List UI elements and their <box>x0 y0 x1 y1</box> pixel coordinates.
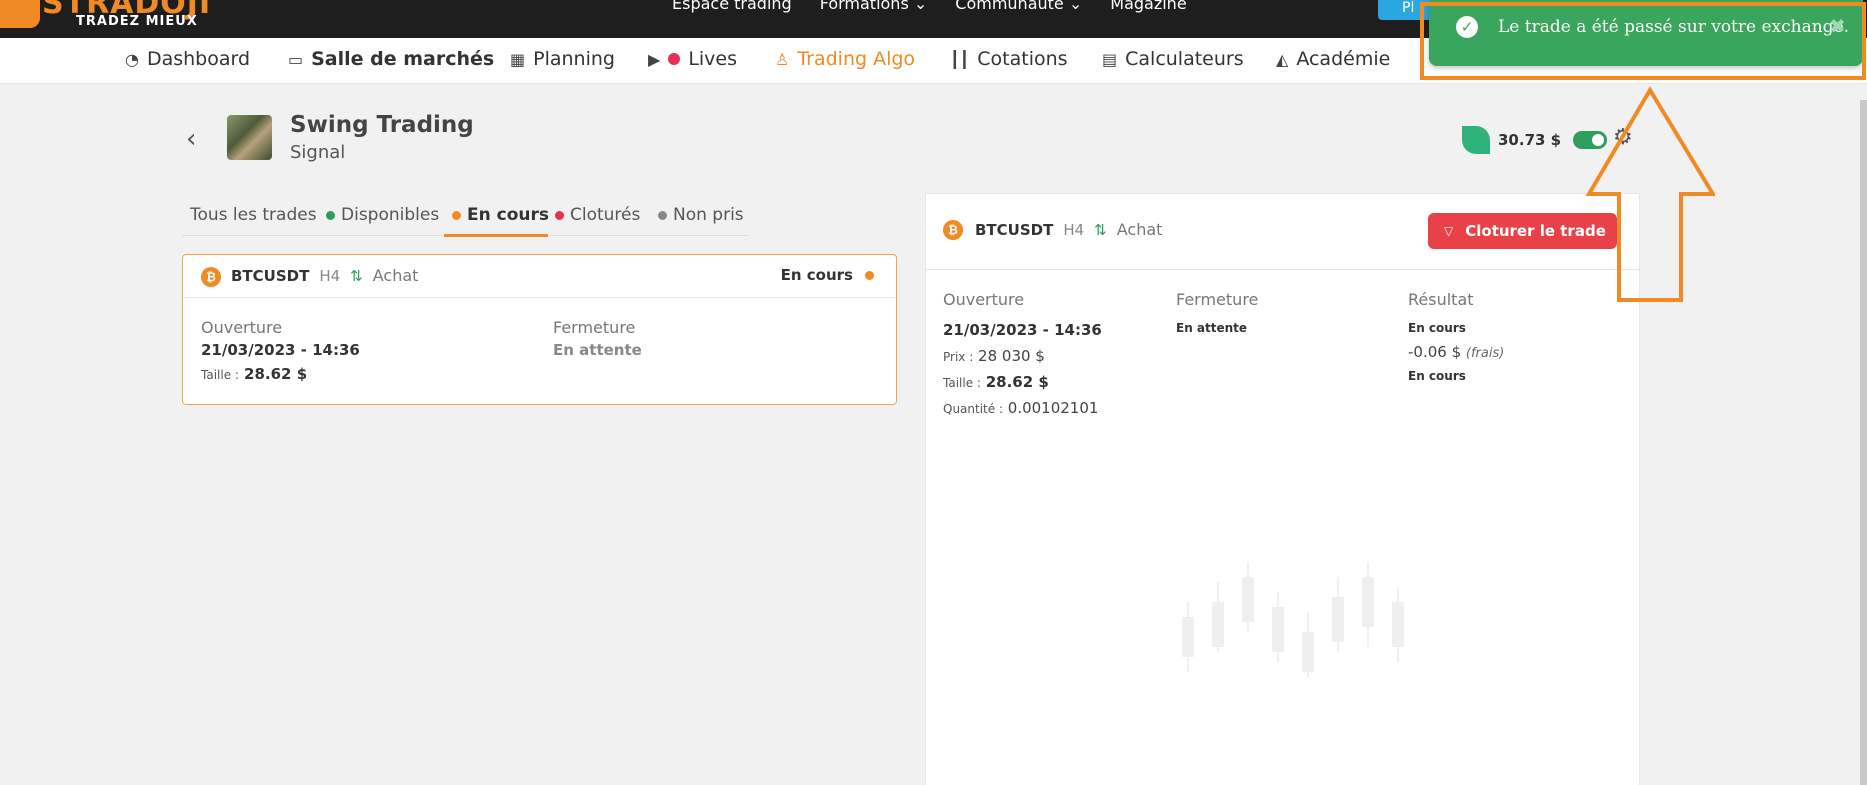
trade-status: En cours <box>780 266 853 284</box>
red-dot-icon <box>555 210 564 220</box>
calculator-icon: ▤ <box>1102 49 1118 69</box>
opening-label: Ouverture <box>201 318 283 337</box>
top-nav: Espace trading Formations ⌄ Communauté ⌄… <box>672 0 1187 13</box>
closing-label: Fermeture <box>553 318 636 337</box>
tab-disponibles[interactable]: Disponibles <box>326 205 439 225</box>
detail-closing-value: En attente <box>1176 321 1248 335</box>
nav-cotations[interactable]: ┃┃ Cotations <box>950 48 1068 70</box>
detail-opening-column: Ouverture 21/03/2023 - 14:36 Prix : 28 0… <box>943 290 1102 425</box>
buy-arrows-icon: ⇅ <box>1094 220 1107 239</box>
quantity-label: Quantité : <box>943 402 1003 416</box>
trade-card-header: ₿ BTCUSDT H4 ⇅ Achat En cours <box>183 255 896 298</box>
bitcoin-icon: ₿ <box>943 220 963 240</box>
detail-pair: BTCUSDT <box>975 220 1054 239</box>
opening-date: 21/03/2023 - 14:36 <box>201 341 360 359</box>
top-nav-formations[interactable]: Formations ⌄ <box>820 0 928 13</box>
price-label: Prix : <box>943 350 974 364</box>
top-nav-magazine[interactable]: Magazine <box>1110 0 1186 13</box>
nav-planning[interactable]: ▦ Planning <box>510 48 615 70</box>
graduation-cap-icon: ◭ <box>1276 49 1289 69</box>
play-icon: ▶ <box>648 49 661 69</box>
balance-value: 30.73 $ <box>1498 131 1562 149</box>
buy-arrows-icon: ⇅ <box>350 266 363 285</box>
price-value: 28 030 $ <box>978 347 1045 365</box>
trade-direction: Achat <box>372 266 419 285</box>
detail-size-label: Taille : <box>943 376 981 390</box>
detail-opening-date: 21/03/2023 - 14:36 <box>943 321 1102 339</box>
decorative-candles-icon <box>1172 562 1404 702</box>
top-nav-espace-trading[interactable]: Espace trading <box>672 0 792 13</box>
brand-tagline: TRADEZ MIEUX <box>76 14 198 29</box>
green-dot-icon <box>326 210 335 220</box>
calendar-icon: ▦ <box>510 49 526 69</box>
result-label: Résultat <box>1408 290 1474 309</box>
exchange-leaf-icon <box>1462 126 1490 154</box>
annotation-arrow-icon <box>1585 86 1715 302</box>
nav-trading-algo[interactable]: ♙ Trading Algo <box>775 48 915 70</box>
nav-calculateurs[interactable]: ▤ Calculateurs <box>1102 48 1244 70</box>
orange-dot-icon <box>452 210 461 220</box>
tab-clotures[interactable]: Cloturés <box>555 205 640 225</box>
live-dot-icon <box>668 53 681 65</box>
result-status: En cours <box>1408 321 1466 335</box>
result-fee: -0.06 $ <box>1408 343 1462 361</box>
detail-header: ₿ BTCUSDT H4 ⇅ Achat ▽ Cloturer le trade <box>926 194 1639 270</box>
detail-closing-column: Fermeture En attente <box>1176 290 1258 343</box>
trade-detail-panel: ₿ BTCUSDT H4 ⇅ Achat ▽ Cloturer le trade… <box>925 193 1640 785</box>
nav-lives[interactable]: ▶ Lives <box>648 48 737 70</box>
tab-non-pris[interactable]: Non pris <box>658 205 744 225</box>
trade-card[interactable]: ₿ BTCUSDT H4 ⇅ Achat En cours Ouverture … <box>182 254 897 405</box>
result-status-secondary: En cours <box>1408 369 1466 383</box>
active-tab-indicator <box>444 234 548 237</box>
strategy-thumbnail <box>227 115 272 160</box>
bitcoin-icon: ₿ <box>201 267 221 287</box>
brand-logo[interactable]: STRADOJI TRADEZ MIEUX <box>0 0 210 36</box>
trade-timeframe: H4 <box>319 266 341 285</box>
toast-highlight-box <box>1420 2 1866 80</box>
page-title: Swing Trading <box>290 112 474 138</box>
trade-tabs: Tous les trades Disponibles En cours Clo… <box>182 196 748 237</box>
detail-closing-label: Fermeture <box>1176 290 1259 309</box>
gauge-icon: ◔ <box>125 49 139 69</box>
page-scrollbar[interactable] <box>1860 100 1867 785</box>
detail-size-value: 28.62 $ <box>985 373 1049 391</box>
page-subtitle: Signal <box>290 142 346 163</box>
detail-timeframe: H4 <box>1063 220 1085 239</box>
trade-pair: BTCUSDT <box>231 266 310 285</box>
detail-opening-label: Ouverture <box>943 290 1025 309</box>
nav-dashboard[interactable]: ◔ Dashboard <box>125 48 250 70</box>
quantity-value: 0.00102101 <box>1007 399 1099 417</box>
triangle-down-icon: ▽ <box>1444 224 1454 238</box>
chevron-down-icon: ⌄ <box>1063 0 1083 13</box>
back-chevron-icon[interactable]: ‹ <box>186 124 196 154</box>
size-value: 28.62 $ <box>244 365 308 383</box>
logo-mark-icon <box>0 0 40 28</box>
closing-value: En attente <box>553 341 642 359</box>
nav-salle-de-marches[interactable]: ▭ Salle de marchés <box>288 48 494 70</box>
tab-en-cours[interactable]: En cours <box>452 205 549 225</box>
top-nav-communaute[interactable]: Communauté ⌄ <box>955 0 1082 13</box>
detail-direction: Achat <box>1116 220 1163 239</box>
robot-icon: ♙ <box>775 49 790 69</box>
detail-result-column: Résultat En cours -0.06 $ (frais) En cou… <box>1408 290 1504 391</box>
grey-dot-icon <box>658 210 667 220</box>
chat-icon: ▭ <box>288 49 304 69</box>
status-dot-icon <box>865 270 874 280</box>
size-label: Taille : <box>201 368 239 382</box>
chevron-down-icon: ⌄ <box>908 0 928 13</box>
tab-tous-les-trades[interactable]: Tous les trades <box>190 205 317 225</box>
candles-icon: ┃┃ <box>950 49 970 69</box>
result-fee-note: (frais) <box>1465 346 1505 361</box>
nav-academie[interactable]: ◭ Académie <box>1276 48 1390 70</box>
